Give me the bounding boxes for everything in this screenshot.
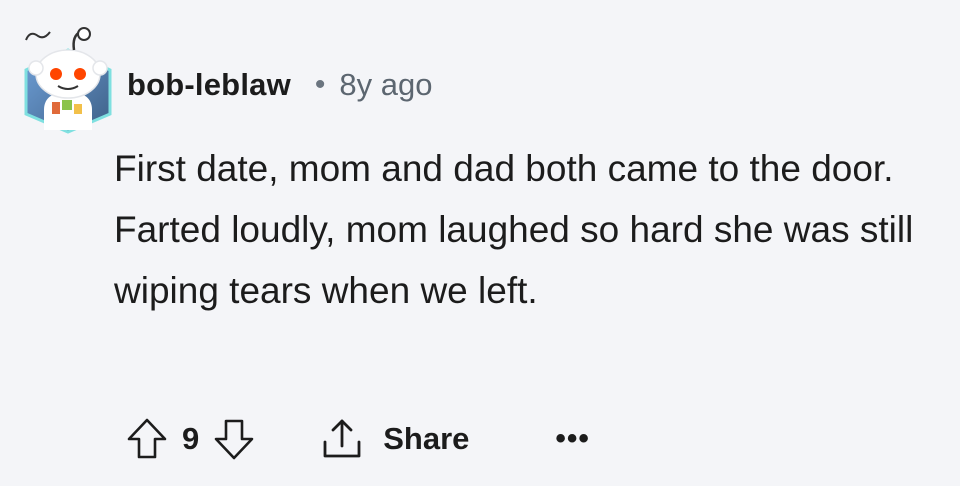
- downvote-button[interactable]: [211, 416, 257, 462]
- comment-meta: bob-leblaw • 8y ago: [127, 62, 432, 108]
- downvote-arrow-icon: [214, 419, 254, 460]
- avatar[interactable]: [22, 26, 114, 134]
- author-username[interactable]: bob-leblaw: [127, 67, 291, 103]
- snoo-avatar-icon: [24, 27, 112, 134]
- comment-actions: 9 Share •••: [124, 412, 590, 466]
- upvote-arrow-icon: [127, 418, 167, 459]
- share-button[interactable]: Share: [319, 416, 469, 462]
- comment-body: First date, mom and dad both came to the…: [114, 148, 914, 311]
- vote-score: 9: [182, 421, 200, 456]
- comment-age: 8y ago: [339, 67, 433, 102]
- share-label: Share: [383, 421, 470, 456]
- more-options-button[interactable]: •••: [555, 422, 590, 456]
- share-icon: [323, 419, 361, 458]
- meta-separator: •: [314, 68, 326, 101]
- upvote-button[interactable]: [124, 416, 170, 462]
